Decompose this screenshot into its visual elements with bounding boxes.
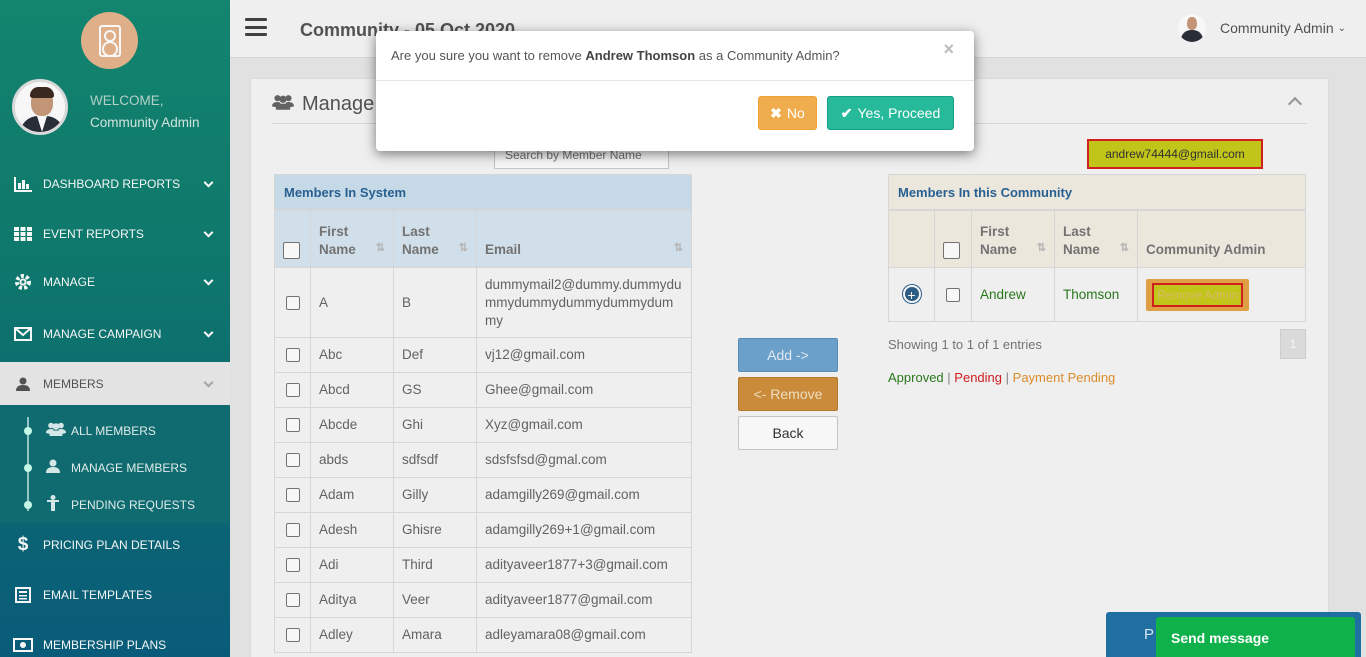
close-icon[interactable]: × — [943, 39, 954, 60]
confirm-dialog: Are you sure you want to remove Andrew T… — [376, 31, 974, 151]
x-icon: ✖ — [770, 104, 782, 121]
send-message-button[interactable]: Send message — [1156, 617, 1355, 657]
dialog-header: Are you sure you want to remove Andrew T… — [376, 31, 974, 81]
no-button[interactable]: ✖ No — [758, 96, 817, 130]
dialog-message: Are you sure you want to remove Andrew T… — [391, 48, 840, 63]
dialog-member-name: Andrew Thomson — [585, 48, 696, 63]
check-icon: ✔ — [840, 104, 853, 121]
yes-proceed-button[interactable]: ✔ Yes, Proceed — [827, 96, 954, 130]
